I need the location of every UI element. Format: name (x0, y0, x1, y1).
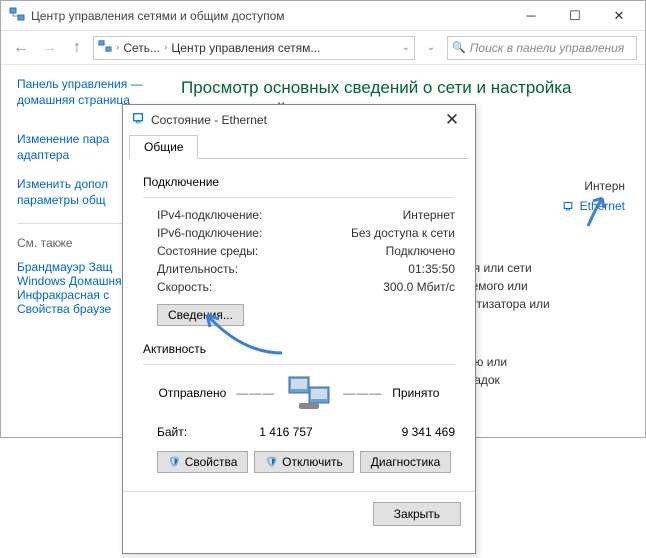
search-input[interactable]: Поиск в панели управления (447, 36, 637, 60)
dash-icon: ——— (236, 386, 275, 400)
breadcrumb-part: Сеть... (123, 41, 160, 55)
breadcrumb-part: Центр управления сетям... (171, 41, 320, 55)
duration-row: Длительность:01:35:50 (143, 260, 455, 278)
sidebar-browser-props[interactable]: Свойства браузе (17, 302, 111, 316)
shield-icon: 🛡 (168, 457, 181, 468)
disable-button[interactable]: 🛡Отключить (254, 451, 353, 473)
ipv4-row: IPv4-подключение:Интернет (143, 206, 455, 224)
search-placeholder: Поиск в панели управления (470, 41, 625, 55)
speed-row: Скорость:300.0 Мбит/с (143, 278, 455, 296)
dialog-action-buttons: 🛡Свойства 🛡Отключить Диагностика (143, 443, 455, 481)
bytes-received: 9 341 469 (355, 425, 455, 439)
chevron-icon: › (164, 42, 167, 53)
computers-icon (285, 375, 333, 411)
bytes-row: Байт: 1 416 757 9 341 469 (143, 421, 455, 443)
network-center-icon (9, 6, 25, 25)
ethernet-status-dialog: Состояние - Ethernet ✕ Общие Подключение… (122, 104, 476, 554)
sidebar-infrared[interactable]: Инфракрасная с (17, 288, 109, 302)
dialog-body: Подключение IPv4-подключение:Интернет IP… (123, 159, 475, 491)
sent-label: Отправлено (159, 386, 227, 400)
separator (143, 364, 455, 365)
dialog-close-button[interactable]: ✕ (437, 110, 467, 130)
ethernet-link[interactable]: Ethernet (562, 199, 625, 213)
chevron-icon: › (116, 42, 119, 53)
ipv6-row: IPv6-подключение:Без доступа к сети (143, 224, 455, 242)
ethernet-icon (131, 112, 145, 129)
properties-button[interactable]: 🛡Свойства (157, 451, 248, 473)
window-controls: ─ ☐ ✕ (509, 2, 641, 30)
navbar: ← → ↑ › Сеть... › Центр управления сетям… (1, 31, 645, 65)
ethernet-icon (562, 201, 574, 213)
shield-icon: 🛡 (265, 457, 278, 468)
minimize-button[interactable]: ─ (509, 2, 553, 30)
activity-label: Активность (143, 342, 455, 356)
activity-diagram: Отправлено ——— ——— Принято (143, 375, 455, 411)
maximize-button[interactable]: ☐ (553, 2, 597, 30)
chevron-icon: ⌄ (402, 42, 410, 53)
close-button[interactable]: ✕ (597, 2, 641, 30)
titlebar: Центр управления сетями и общим доступом… (1, 1, 645, 31)
forward-button[interactable]: → (37, 36, 61, 60)
connection-group: Подключение (143, 175, 455, 189)
separator (143, 197, 455, 198)
up-button[interactable]: ↑ (65, 36, 89, 60)
dialog-footer: Закрыть (123, 491, 475, 536)
breadcrumb[interactable]: › Сеть... › Центр управления сетям... ⌄ (93, 36, 415, 60)
dash-icon: ——— (343, 386, 382, 400)
diagnose-button[interactable]: Диагностика (360, 451, 452, 473)
history-dropdown[interactable]: ⌄ (419, 36, 443, 60)
access-value: Интерн (584, 179, 625, 193)
window-title: Центр управления сетями и общим доступом (31, 9, 509, 23)
bytes-sent: 1 416 757 (217, 425, 355, 439)
tab-general[interactable]: Общие (129, 135, 198, 159)
dialog-titlebar: Состояние - Ethernet ✕ (123, 105, 475, 135)
activity-group: Активность Отправлено ——— ——— Принято Ба… (143, 342, 455, 443)
dialog-title: Состояние - Ethernet (151, 113, 437, 127)
breadcrumb-icon (98, 39, 112, 56)
media-row: Состояние среды:Подключено (143, 242, 455, 260)
details-button[interactable]: Сведения... (157, 304, 244, 326)
bytes-label: Байт: (157, 425, 217, 439)
recv-label: Принято (392, 386, 439, 400)
close-dialog-button[interactable]: Закрыть (373, 502, 461, 526)
tab-strip: Общие (129, 135, 469, 159)
back-button[interactable]: ← (9, 36, 33, 60)
